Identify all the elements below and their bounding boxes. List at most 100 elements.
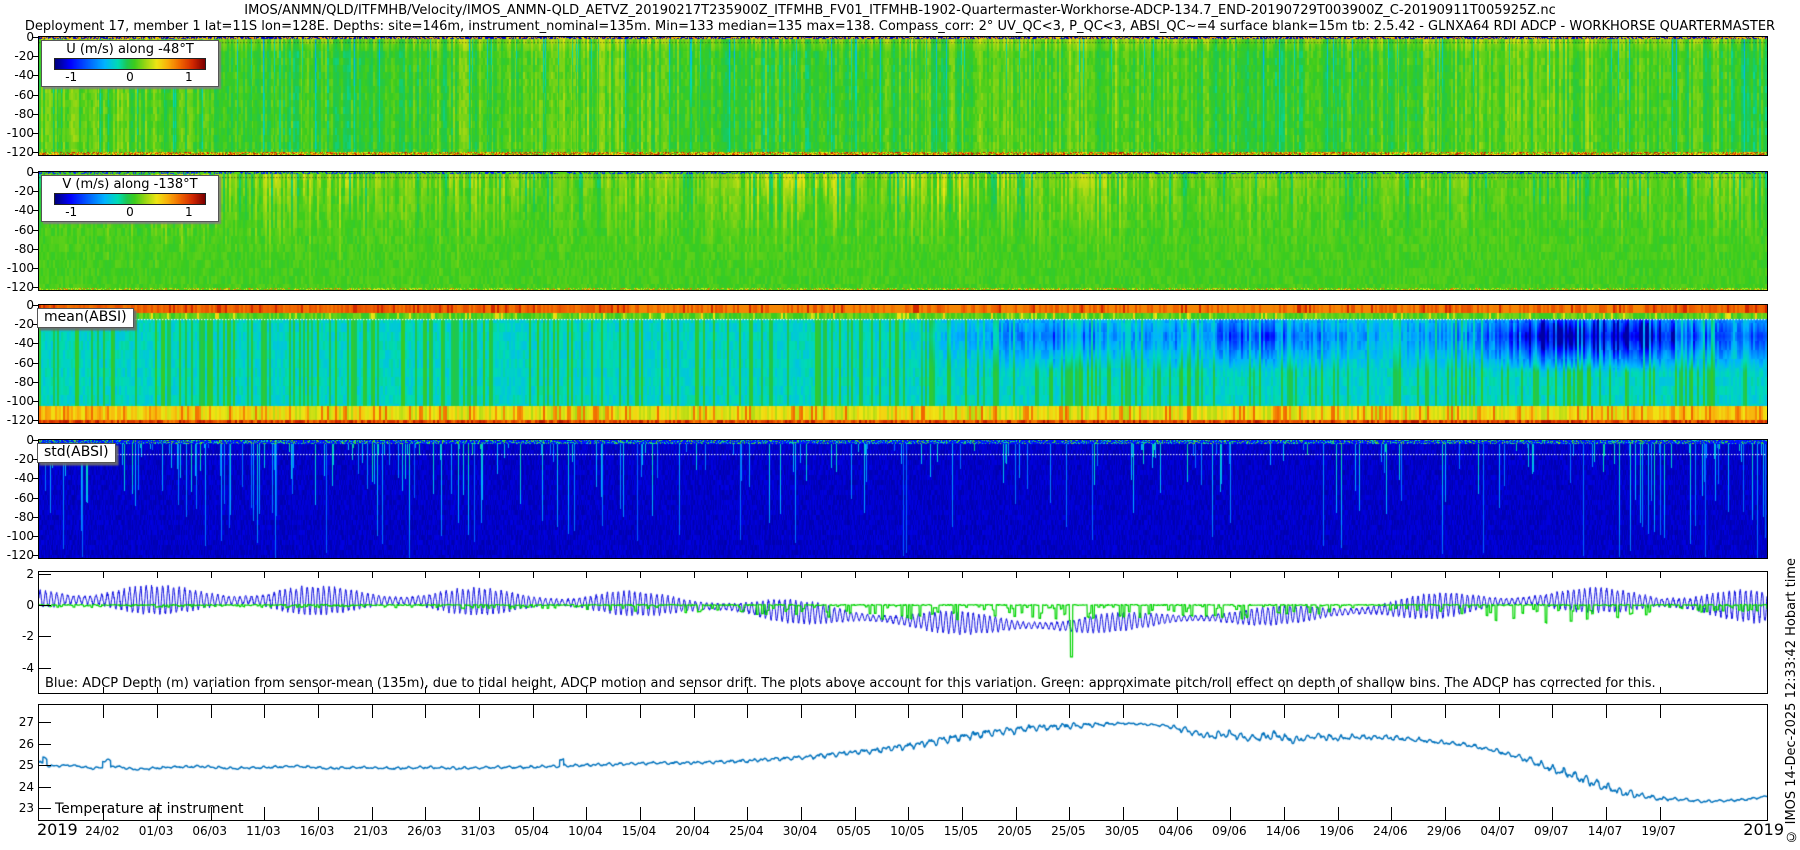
x-tick-mark: [1016, 572, 1017, 578]
x-tick-mark: [801, 705, 802, 718]
x-tick-mark: [372, 807, 373, 820]
x-tick-mark: [425, 807, 426, 820]
x-tick-mark: [586, 572, 587, 578]
x-tick-mark: [1660, 687, 1661, 693]
x-tick-mark: [1338, 705, 1339, 718]
y-tick-mark: [33, 420, 38, 421]
x-tick-mark: [1069, 807, 1070, 820]
x-tick-label: 21/03: [353, 824, 388, 838]
panel-depth-variation: Blue: ADCP Depth (m) variation from sens…: [38, 571, 1768, 694]
y-tick-mark: [33, 382, 38, 383]
x-tick-label: 24/02: [85, 824, 120, 838]
x-tick-mark: [1660, 705, 1661, 718]
x-tick-mark: [908, 807, 909, 820]
x-year-right: 2019: [1743, 820, 1784, 839]
y-tick-mark: [33, 268, 38, 269]
u-legend-title: U (m/s) along -48°T: [46, 42, 214, 57]
x-tick-label: 30/05: [1105, 824, 1140, 838]
x-tick-mark: [211, 705, 212, 718]
y-tick-mark: [33, 114, 38, 115]
y-tick-mark: [39, 605, 51, 606]
x-tick-mark: [640, 572, 641, 578]
y-tick-label: -60: [0, 88, 34, 102]
y-tick-label: -4: [0, 661, 34, 675]
x-tick-mark: [586, 807, 587, 820]
x-tick-mark: [1391, 572, 1392, 578]
x-tick-label: 05/04: [514, 824, 549, 838]
x-tick-label: 11/03: [246, 824, 281, 838]
y-tick-label: -100: [0, 126, 34, 140]
y-tick-label: -80: [0, 510, 34, 524]
y-tick-mark: [33, 133, 38, 134]
x-tick-mark: [1016, 807, 1017, 820]
y-tick-label: 23: [0, 801, 34, 815]
x-tick-label: 31/03: [461, 824, 496, 838]
colorbar-tick-label: 1: [185, 70, 193, 84]
y-tick-mark: [39, 808, 51, 809]
y-tick-label: 0: [0, 298, 34, 312]
x-tick-mark: [855, 705, 856, 718]
x-tick-mark: [211, 572, 212, 578]
x-tick-label: 16/03: [300, 824, 335, 838]
y-tick-mark: [33, 517, 38, 518]
y-tick-label: -20: [0, 452, 34, 466]
y-tick-label: -120: [0, 548, 34, 562]
y-tick-label: 0: [0, 30, 34, 44]
u-colorbar: [54, 58, 206, 70]
v-colorbar-ticks: -1 0 1: [46, 205, 214, 219]
x-tick-label: 04/06: [1158, 824, 1193, 838]
x-tick-label: 26/03: [407, 824, 442, 838]
x-tick-mark: [1069, 572, 1070, 578]
y-tick-mark: [33, 37, 38, 38]
y-tick-label: -60: [0, 223, 34, 237]
y-tick-mark: [33, 191, 38, 192]
y-tick-mark: [39, 722, 51, 723]
panel-mean-absi: mean(ABSI) 0-20-40-60-80-100-120: [38, 304, 1768, 424]
y-tick-label: -80: [0, 242, 34, 256]
x-tick-mark: [1606, 705, 1607, 718]
x-tick-mark: [479, 705, 480, 718]
x-tick-mark: [1069, 705, 1070, 718]
x-tick-mark: [1445, 807, 1446, 820]
std-absi-heatmap: [39, 440, 1767, 558]
v-legend-title: V (m/s) along -138°T: [46, 177, 214, 192]
y-tick-label: 0: [0, 165, 34, 179]
x-tick-mark: [801, 572, 802, 578]
y-tick-mark: [33, 172, 38, 173]
x-tick-label: 25/05: [1051, 824, 1086, 838]
x-tick-mark: [1606, 807, 1607, 820]
x-tick-mark: [1499, 705, 1500, 718]
u-colorbar-legend: U (m/s) along -48°T -1 0 1: [41, 40, 219, 87]
x-tick-mark: [372, 572, 373, 578]
x-tick-mark: [103, 572, 104, 578]
v-colorbar-legend: V (m/s) along -138°T -1 0 1: [41, 175, 219, 222]
y-tick-mark: [33, 363, 38, 364]
copyright-watermark: © IMOS 14-Dec-2025 12:33:42 Hobart time: [1784, 558, 1799, 844]
u-velocity-heatmap: [39, 37, 1767, 155]
x-tick-mark: [533, 705, 534, 718]
x-tick-mark: [694, 572, 695, 578]
x-tick-label: 01/03: [139, 824, 174, 838]
x-tick-mark: [103, 705, 104, 718]
y-tick-label: -20: [0, 184, 34, 198]
x-tick-label: 09/06: [1212, 824, 1247, 838]
x-tick-mark: [640, 807, 641, 820]
x-tick-mark: [1230, 705, 1231, 718]
y-tick-label: 25: [0, 758, 34, 772]
x-tick-label: 29/06: [1427, 824, 1462, 838]
y-tick-mark: [39, 787, 51, 788]
x-tick-mark: [264, 572, 265, 578]
x-tick-mark: [1660, 807, 1661, 820]
y-tick-mark: [33, 230, 38, 231]
x-tick-mark: [1123, 572, 1124, 578]
x-tick-label: 20/04: [675, 824, 710, 838]
figure-subtitle: Deployment 17, member 1 lat=11S lon=128E…: [0, 19, 1800, 34]
x-tick-label: 09/07: [1534, 824, 1569, 838]
panel-std-absi: std(ABSI) 0-20-40-60-80-100-120: [38, 439, 1768, 559]
colorbar-tick-label: -1: [65, 70, 77, 84]
panel-temperature: Temperature at instrument 2726252423: [38, 704, 1768, 821]
y-tick-label: -100: [0, 394, 34, 408]
x-tick-mark: [479, 807, 480, 820]
x-tick-mark: [747, 572, 748, 578]
x-tick-mark: [694, 705, 695, 718]
